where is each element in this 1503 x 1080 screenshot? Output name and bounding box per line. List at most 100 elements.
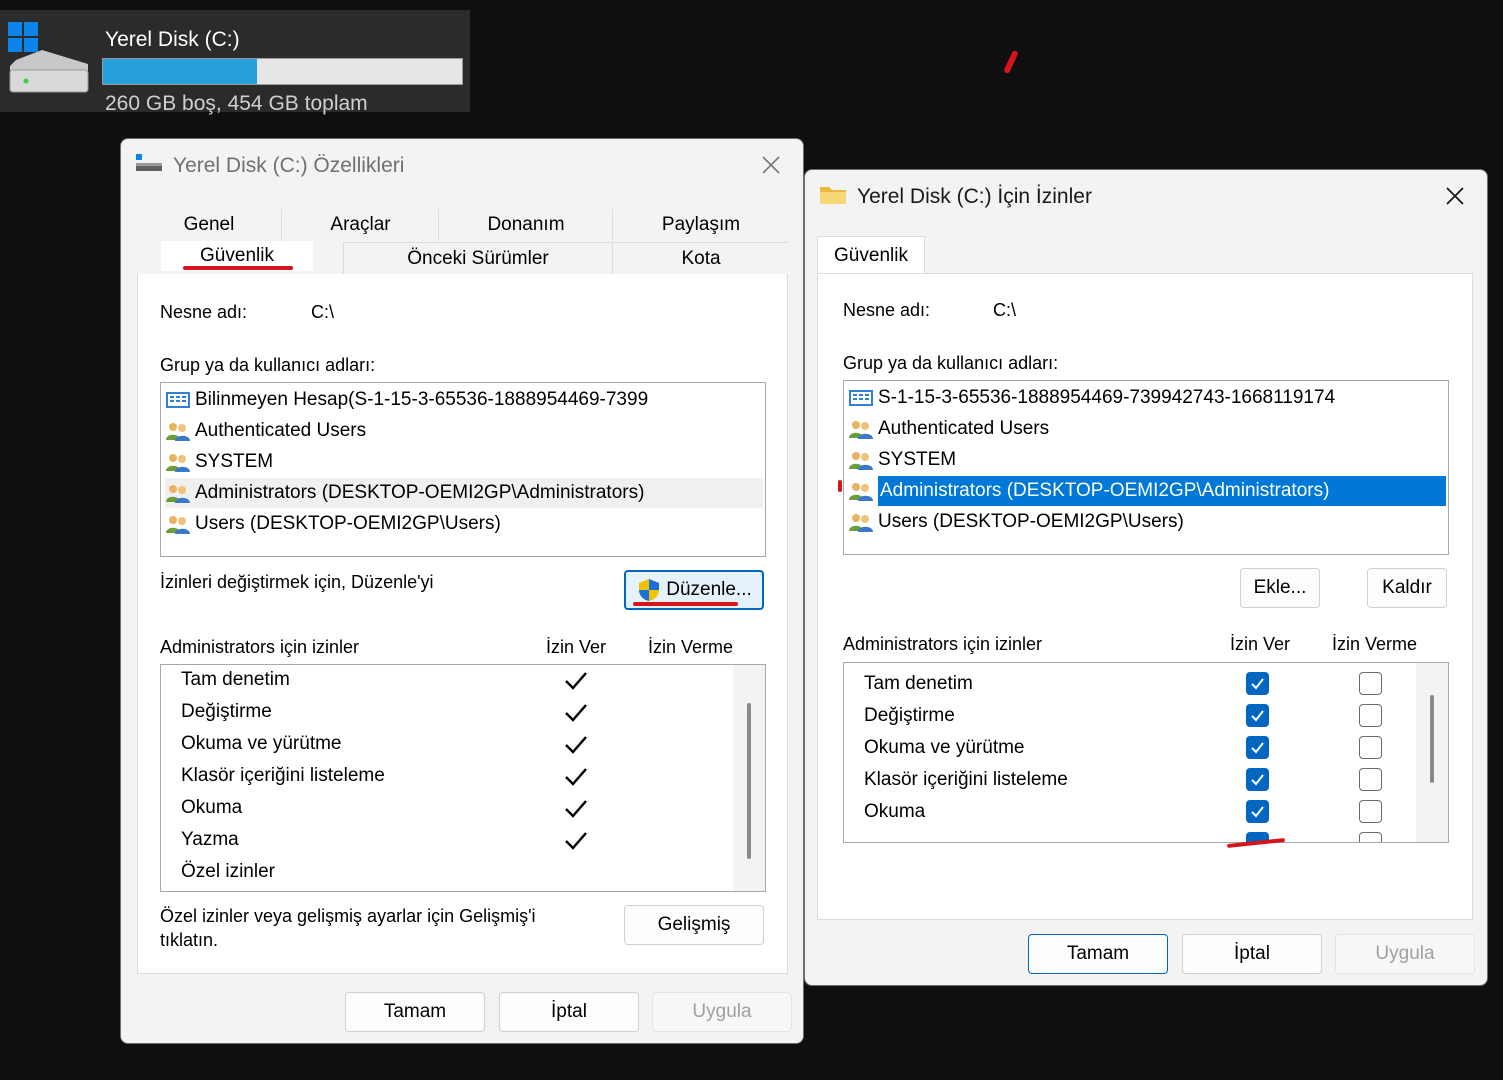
check-icon	[565, 672, 587, 690]
users-group-icon	[849, 514, 873, 532]
permission-row: Okuma ve yürütme	[864, 737, 1025, 758]
list-item[interactable]: Administrators (DESKTOP-OEMI2GP\Administ…	[165, 478, 763, 508]
permissions-titlebar[interactable]: Yerel Disk (C:) İçin İzinler	[805, 170, 1487, 222]
checkmark-icon	[1251, 806, 1264, 818]
deny-checkbox[interactable]	[1359, 736, 1382, 759]
principal-label: Administrators (DESKTOP-OEMI2GP\Administ…	[878, 476, 1446, 506]
advanced-hint-line1: Özel izinler veya gelişmiş ayarlar için …	[160, 906, 536, 926]
advanced-button[interactable]: Gelişmiş	[624, 905, 764, 945]
tab-genel[interactable]: Genel	[137, 209, 282, 241]
list-item[interactable]: Authenticated Users	[165, 416, 763, 446]
permissions-header: Administrators için izinler	[160, 637, 360, 657]
allow-checkbox[interactable]	[1246, 800, 1269, 823]
allow-checkbox[interactable]	[1246, 672, 1269, 695]
object-name-value: C:\	[311, 302, 335, 322]
list-item[interactable]: Administrators (DESKTOP-OEMI2GP\Administ…	[848, 476, 1446, 506]
permission-row: Değiştirme	[181, 701, 272, 722]
allow-checkbox[interactable]	[1246, 736, 1269, 759]
drive-usage-bar	[102, 58, 463, 85]
apply-button[interactable]: Uygula	[652, 992, 792, 1032]
folder-icon	[820, 187, 846, 204]
permission-row: Okuma	[864, 801, 926, 822]
principals-list[interactable]: S-1-15-3-65536-1888954469-739942743-1668…	[843, 380, 1449, 555]
deny-checkbox[interactable]	[1359, 832, 1382, 842]
ok-button[interactable]: Tamam	[345, 992, 485, 1032]
tab-kota[interactable]: Kota	[614, 242, 788, 274]
list-item[interactable]: S-1-15-3-65536-1888954469-739942743-1668…	[848, 383, 1446, 413]
principals-list[interactable]: Bilinmeyen Hesap(S-1-15-3-65536-18889544…	[160, 382, 766, 557]
deny-checkbox[interactable]	[1359, 768, 1382, 791]
list-item[interactable]: Users (DESKTOP-OEMI2GP\Users)	[848, 507, 1446, 537]
properties-window: Yerel Disk (C:) Özellikleri Genel Araçla…	[120, 138, 804, 1044]
allow-checkbox[interactable]	[1246, 768, 1269, 791]
principal-label: SYSTEM	[195, 451, 274, 472]
add-button[interactable]: Ekle...	[1240, 568, 1320, 608]
list-item[interactable]: Users (DESKTOP-OEMI2GP\Users)	[165, 509, 763, 539]
drive-tile[interactable]: Yerel Disk (C:) 260 GB boş, 454 GB topla…	[0, 10, 470, 115]
users-group-icon	[166, 516, 190, 534]
permission-row: Özel izinler	[181, 861, 275, 882]
properties-title: Yerel Disk (C:) Özellikleri	[173, 154, 405, 177]
remove-button[interactable]: Kaldır	[1367, 568, 1447, 608]
permissions-close-button[interactable]	[1435, 180, 1475, 212]
cancel-button[interactable]: İptal	[1182, 934, 1322, 974]
users-group-icon	[166, 485, 190, 503]
check-icon	[565, 736, 587, 754]
list-item[interactable]: Bilinmeyen Hesap(S-1-15-3-65536-18889544…	[165, 385, 763, 415]
check-icon	[565, 832, 587, 850]
list-item[interactable]: Authenticated Users	[848, 414, 1446, 444]
users-group-icon	[849, 421, 873, 439]
list-item[interactable]: SYSTEM	[848, 445, 1446, 475]
group-names-label: Grup ya da kullanıcı adları:	[843, 353, 1059, 373]
checkmark-icon	[1251, 742, 1264, 754]
cancel-button[interactable]: İptal	[499, 992, 639, 1032]
users-group-icon	[849, 483, 873, 501]
permission-row: Değiştirme	[864, 705, 955, 726]
deny-checkbox[interactable]	[1359, 800, 1382, 823]
principal-label: S-1-15-3-65536-1888954469-739942743-1668…	[878, 387, 1336, 408]
edit-hint: İzinleri değiştirmek için, Düzenle'yi	[160, 572, 434, 592]
drive-space-text: 260 GB boş, 454 GB toplam	[105, 92, 368, 115]
properties-titlebar[interactable]: Yerel Disk (C:) Özellikleri	[121, 139, 803, 191]
unknown-account-icon	[166, 392, 190, 408]
permission-row: Yazma	[181, 829, 239, 850]
tab-guvenlik[interactable]: Güvenlik	[817, 236, 925, 274]
checkmark-icon	[1251, 774, 1264, 786]
uac-shield-icon	[639, 579, 660, 601]
ok-button[interactable]: Tamam	[1028, 934, 1168, 974]
annotation-underline	[633, 602, 738, 606]
deny-header: İzin Verme	[648, 637, 734, 657]
close-icon	[762, 156, 780, 174]
advanced-hint-line2: tıklatın.	[160, 930, 219, 950]
tab-paylasim[interactable]: Paylaşım	[614, 209, 788, 241]
unknown-account-icon	[849, 390, 873, 406]
drive-name: Yerel Disk (C:)	[105, 28, 240, 51]
tab-onceki-surumler[interactable]: Önceki Sürümler	[343, 242, 613, 274]
principal-label: Administrators (DESKTOP-OEMI2GP\Administ…	[195, 482, 645, 503]
permissions-list[interactable]: Tam denetim Değiştirme Okuma ve yürütme …	[843, 662, 1449, 843]
allow-header: İzin Ver	[1230, 634, 1291, 654]
permissions-title: Yerel Disk (C:) İçin İzinler	[857, 185, 1092, 208]
check-icon	[565, 768, 587, 786]
allow-checkbox[interactable]	[1246, 704, 1269, 727]
annotation-underline	[183, 266, 293, 270]
permission-row: Okuma	[181, 797, 243, 818]
deny-checkbox[interactable]	[1359, 704, 1382, 727]
apply-button[interactable]: Uygula	[1335, 934, 1475, 974]
permission-row: Tam denetim	[864, 673, 973, 694]
permissions-header: Administrators için izinler	[843, 634, 1043, 654]
permission-row: Okuma ve yürütme	[181, 733, 342, 754]
permission-row: Klasör içeriğini listeleme	[864, 769, 1068, 790]
deny-checkbox[interactable]	[1359, 672, 1382, 695]
annotation-mark	[838, 480, 842, 492]
tab-araclar[interactable]: Araçlar	[283, 209, 439, 241]
permissions-list[interactable]: Tam denetim Değiştirme Okuma ve yürütme …	[160, 664, 766, 892]
permissions-scroll-thumb[interactable]	[747, 703, 751, 859]
drive-small-icon	[136, 154, 162, 171]
list-item[interactable]: SYSTEM	[165, 447, 763, 477]
deny-header: İzin Verme	[1332, 634, 1418, 654]
tab-donanim[interactable]: Donanım	[440, 209, 613, 241]
properties-close-button[interactable]	[751, 149, 791, 181]
principal-label: Users (DESKTOP-OEMI2GP\Users)	[878, 511, 1184, 532]
permissions-scroll-thumb[interactable]	[1430, 695, 1434, 783]
